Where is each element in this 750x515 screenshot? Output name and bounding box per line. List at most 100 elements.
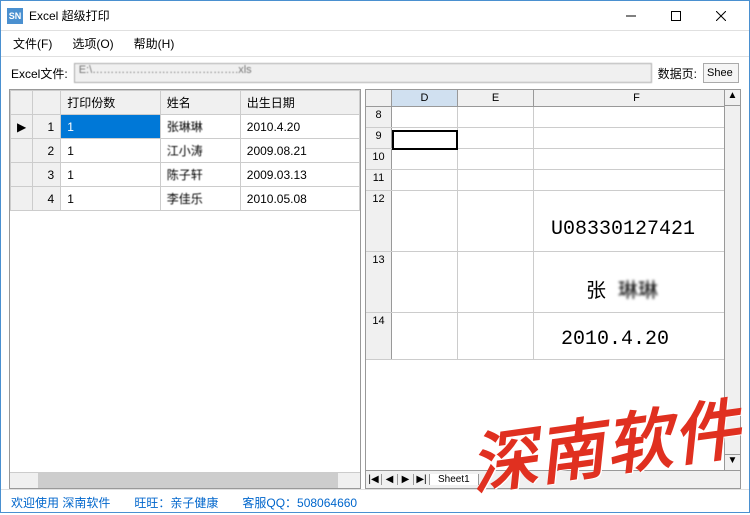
row-header[interactable]: 10 <box>366 149 392 169</box>
cell[interactable] <box>458 252 534 312</box>
sheet-select[interactable]: Shee <box>703 63 739 83</box>
row-header[interactable]: 11 <box>366 170 392 190</box>
file-label: Excel文件: <box>11 65 68 82</box>
cell-birth[interactable]: 2010.4.20 <box>240 115 359 139</box>
sheet-row[interactable]: 10 <box>366 149 740 170</box>
row-number-header <box>33 91 61 115</box>
file-row: Excel文件: E:\………………………………….xls 数据页: Shee <box>1 57 749 89</box>
row-pointer <box>11 139 33 163</box>
preview-name: 张 琳琳 <box>586 274 658 304</box>
cell-birth[interactable]: 2009.08.21 <box>240 139 359 163</box>
row-header[interactable]: 9 <box>366 128 392 148</box>
cell-name[interactable]: 张琳琳 <box>160 115 240 139</box>
cell[interactable] <box>392 252 458 312</box>
row-number: 3 <box>33 163 61 187</box>
corner-cell[interactable] <box>366 90 392 106</box>
statusbar: 欢迎使用 深南软件 旺旺：亲子健康 客服QQ：508064660 <box>1 489 749 515</box>
cell[interactable] <box>392 128 458 148</box>
cell[interactable] <box>458 191 534 251</box>
row-number: 2 <box>33 139 61 163</box>
cell-copies[interactable]: 1 <box>61 115 161 139</box>
row-pointer <box>11 163 33 187</box>
menu-help[interactable]: 帮助(H) <box>134 35 175 52</box>
cell-name[interactable]: 李佳乐 <box>160 187 240 211</box>
col-header-F[interactable]: F <box>534 90 740 106</box>
preview-code: U08330127421 <box>551 218 695 241</box>
col-birth[interactable]: 出生日期 <box>240 91 359 115</box>
row-pointer <box>11 187 33 211</box>
row-header[interactable]: 12 <box>366 191 392 251</box>
menu-options[interactable]: 选项(O) <box>72 35 113 52</box>
row-pointer-header <box>11 91 33 115</box>
row-header[interactable]: 13 <box>366 252 392 312</box>
vertical-scrollbar[interactable]: ▲ ▼ <box>724 90 740 470</box>
nav-first-icon[interactable]: |◀ <box>366 474 382 485</box>
datapage-label: 数据页: <box>658 65 697 82</box>
sheet-row[interactable]: 13 <box>366 252 740 313</box>
sheet-row[interactable]: 14 <box>366 313 740 360</box>
cell[interactable] <box>534 170 740 190</box>
cell[interactable] <box>534 149 740 169</box>
cell-copies[interactable]: 1 <box>61 139 161 163</box>
app-icon: SN <box>7 8 23 24</box>
scroll-up-icon[interactable]: ▲ <box>725 90 740 106</box>
cell[interactable] <box>392 170 458 190</box>
cell[interactable] <box>534 107 740 127</box>
preview-date: 2010.4.20 <box>561 328 669 351</box>
minimize-button[interactable] <box>608 1 653 31</box>
sheet-row[interactable]: 8 <box>366 107 740 128</box>
table-row[interactable]: 3 1 陈子轩 2009.03.13 <box>11 163 360 187</box>
table-row[interactable]: ▶ 1 1 张琳琳 2010.4.20 <box>11 115 360 139</box>
spreadsheet-preview[interactable]: D E F 891011121314 U08330127421 张 琳琳 201… <box>366 90 740 470</box>
cell-birth[interactable]: 2009.03.13 <box>240 163 359 187</box>
cell[interactable] <box>392 313 458 359</box>
cell[interactable] <box>458 170 534 190</box>
row-header[interactable]: 14 <box>366 313 392 359</box>
cell[interactable] <box>392 107 458 127</box>
file-path-input[interactable]: E:\………………………………….xls <box>74 63 652 83</box>
sheet-tab[interactable]: Sheet1 <box>430 474 479 485</box>
sheet-row[interactable]: 11 <box>366 170 740 191</box>
row-pointer: ▶ <box>11 115 33 139</box>
cell-copies[interactable]: 1 <box>61 187 161 211</box>
cell[interactable] <box>458 149 534 169</box>
close-button[interactable] <box>698 1 743 31</box>
cell-name[interactable]: 陈子轩 <box>160 163 240 187</box>
data-table-panel: 打印份数 姓名 出生日期 ▶ 1 1 张琳琳 2010.4.20 2 1 江小涛… <box>9 89 361 489</box>
menubar: 文件(F) 选项(O) 帮助(H) <box>1 31 749 57</box>
col-name[interactable]: 姓名 <box>160 91 240 115</box>
nav-prev-icon[interactable]: ◀ <box>382 474 398 485</box>
data-grid[interactable]: 打印份数 姓名 出生日期 ▶ 1 1 张琳琳 2010.4.20 2 1 江小涛… <box>10 90 360 472</box>
preview-panel: D E F 891011121314 U08330127421 张 琳琳 201… <box>365 89 741 489</box>
titlebar: SN Excel 超级打印 <box>1 1 749 31</box>
row-header[interactable]: 8 <box>366 107 392 127</box>
row-number: 1 <box>33 115 61 139</box>
status-welcome[interactable]: 欢迎使用 深南软件 <box>11 494 110 511</box>
cell[interactable] <box>458 107 534 127</box>
cell-name[interactable]: 江小涛 <box>160 139 240 163</box>
cell[interactable] <box>392 149 458 169</box>
menu-file[interactable]: 文件(F) <box>13 35 52 52</box>
cell-copies[interactable]: 1 <box>61 163 161 187</box>
table-row[interactable]: 4 1 李佳乐 2010.05.08 <box>11 187 360 211</box>
status-qq: 客服QQ：508064660 <box>242 494 357 511</box>
maximize-button[interactable] <box>653 1 698 31</box>
scroll-down-icon[interactable]: ▼ <box>725 454 740 470</box>
cell[interactable] <box>534 128 740 148</box>
col-header-E[interactable]: E <box>458 90 534 106</box>
row-number: 4 <box>33 187 61 211</box>
cell[interactable] <box>392 191 458 251</box>
cell[interactable] <box>458 313 534 359</box>
sheet-row[interactable]: 9 <box>366 128 740 149</box>
cell-birth[interactable]: 2010.05.08 <box>240 187 359 211</box>
status-wangwang: 旺旺：亲子健康 <box>134 494 218 511</box>
col-header-D[interactable]: D <box>392 90 458 106</box>
col-copies[interactable]: 打印份数 <box>61 91 161 115</box>
horizontal-scrollbar[interactable] <box>10 472 360 488</box>
window-title: Excel 超级打印 <box>29 7 608 24</box>
cell[interactable] <box>458 128 534 148</box>
nav-last-icon[interactable]: ▶| <box>414 474 430 485</box>
sheet-nav: |◀ ◀ ▶ ▶| Sheet1 <box>366 470 740 488</box>
nav-next-icon[interactable]: ▶ <box>398 474 414 485</box>
table-row[interactable]: 2 1 江小涛 2009.08.21 <box>11 139 360 163</box>
